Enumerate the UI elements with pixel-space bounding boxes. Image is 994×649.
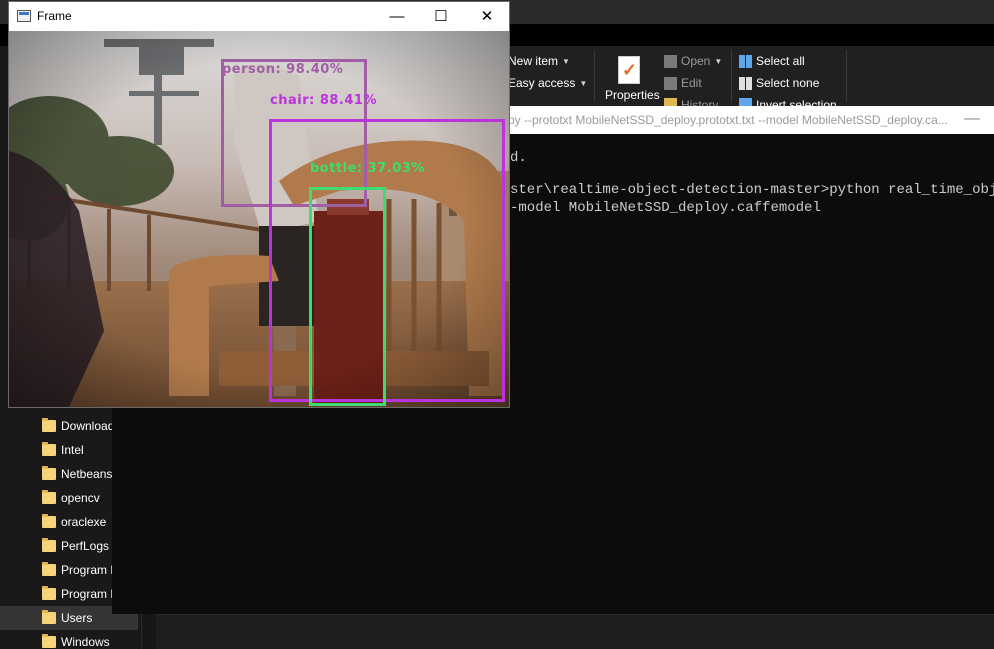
open-button[interactable]: Open ▼ bbox=[664, 54, 722, 68]
properties-label: Properties bbox=[605, 88, 660, 102]
ribbon-divider bbox=[731, 50, 732, 102]
select-none-label: Select none bbox=[756, 76, 820, 90]
window-bottom-strip bbox=[156, 614, 994, 649]
desktop: New item ▼ Easy access ▼ ✓ Properties Op… bbox=[0, 0, 994, 649]
ribbon-divider bbox=[846, 50, 847, 102]
maximize-button[interactable]: ☐ bbox=[421, 5, 461, 27]
detection-label-bottle: bottle: 37.03% bbox=[310, 161, 425, 176]
easy-access-label: Easy access bbox=[508, 76, 576, 90]
console-line: d. bbox=[510, 150, 527, 166]
edit-button[interactable]: Edit bbox=[664, 76, 702, 90]
edit-label: Edit bbox=[681, 76, 702, 90]
detection-label-chair: chair: 88.41% bbox=[270, 93, 377, 108]
folder-icon bbox=[42, 490, 56, 504]
folder-icon bbox=[42, 538, 56, 552]
detection-box-bottle bbox=[309, 187, 386, 406]
frame-window[interactable]: Frame — ☐ ✕ person: 98.40% chair: 88.41%… bbox=[8, 1, 510, 408]
nav-item-label: PerfLogs bbox=[61, 539, 110, 553]
ribbon-divider bbox=[594, 50, 595, 102]
nav-item-label: opencv bbox=[61, 491, 100, 505]
app-icon bbox=[17, 10, 31, 22]
select-all-icon bbox=[739, 54, 752, 68]
new-item-label: New item bbox=[508, 54, 559, 68]
folder-icon bbox=[42, 466, 56, 480]
chevron-down-icon: ▼ bbox=[562, 56, 570, 66]
open-icon bbox=[664, 54, 677, 68]
easy-access-button[interactable]: Easy access ▼ bbox=[508, 76, 587, 90]
frame-title: Frame bbox=[37, 9, 72, 23]
nav-item-label: Windows bbox=[61, 635, 110, 649]
close-button[interactable]: ✕ bbox=[467, 5, 507, 27]
nav-item-folder[interactable]: Windows bbox=[0, 630, 138, 649]
folder-icon bbox=[42, 514, 56, 528]
nav-item-label: Users bbox=[61, 611, 93, 625]
chevron-down-icon: ▼ bbox=[579, 78, 588, 88]
folder-icon bbox=[42, 634, 56, 648]
properties-icon: ✓ bbox=[618, 56, 640, 84]
detection-label-person: person: 98.40% bbox=[222, 62, 344, 77]
properties-button[interactable]: Properties bbox=[605, 88, 660, 102]
nav-item-label: Netbeans bbox=[61, 467, 113, 481]
minimize-button[interactable]: — bbox=[377, 5, 417, 27]
edit-icon bbox=[664, 76, 677, 90]
folder-icon bbox=[42, 418, 56, 432]
explorer-ribbon: New item ▼ Easy access ▼ ✓ Properties Op… bbox=[500, 46, 994, 108]
new-item-button[interactable]: New item ▼ bbox=[508, 54, 570, 68]
console-line: -model MobileNetSSD_deploy.caffemodel bbox=[510, 200, 821, 216]
folder-icon bbox=[42, 562, 56, 576]
select-all-button[interactable]: Select all bbox=[739, 54, 805, 68]
open-label: Open bbox=[681, 54, 711, 68]
close-icon[interactable]: — bbox=[964, 110, 980, 128]
folder-icon bbox=[42, 610, 56, 624]
console-line: ster\realtime-object-detection-master>py… bbox=[510, 182, 994, 198]
select-all-label: Select all bbox=[756, 54, 805, 68]
select-none-icon bbox=[739, 76, 752, 90]
nav-item-label: Intel bbox=[61, 443, 84, 457]
frame-titlebar[interactable]: Frame — ☐ ✕ bbox=[9, 2, 509, 31]
chevron-down-icon: ▼ bbox=[714, 56, 723, 66]
select-none-button[interactable]: Select none bbox=[739, 76, 819, 90]
folder-icon bbox=[42, 586, 56, 600]
console-title: py --prototxt MobileNetSSD_deploy.protot… bbox=[508, 113, 948, 127]
folder-icon bbox=[42, 442, 56, 456]
nav-item-label: oraclexe bbox=[61, 515, 107, 529]
camera-frame: person: 98.40% chair: 88.41% bottle: 37.… bbox=[9, 31, 509, 407]
